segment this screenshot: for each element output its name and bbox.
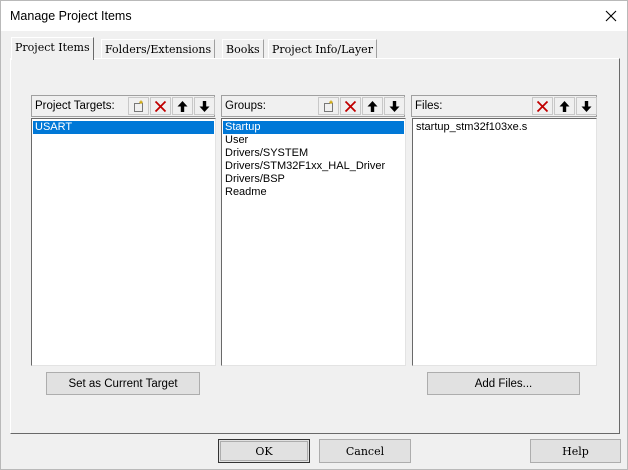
tab-label: Folders/Extensions bbox=[105, 43, 212, 56]
close-icon bbox=[605, 10, 617, 22]
button-label: Help bbox=[562, 444, 589, 458]
tab-panel bbox=[10, 58, 620, 434]
tab-project-items[interactable]: Project Items bbox=[11, 37, 94, 60]
tab-project-info-layer[interactable]: Project Info/Layer bbox=[268, 39, 377, 59]
tab-label: Books bbox=[226, 43, 260, 56]
help-button[interactable]: Help bbox=[530, 439, 621, 463]
button-label: Cancel bbox=[345, 444, 385, 458]
ok-button[interactable]: OK bbox=[218, 439, 310, 463]
window-title: Manage Project Items bbox=[10, 9, 132, 23]
manage-project-items-dialog: Manage Project Items Project Items Folde… bbox=[0, 0, 628, 470]
close-button[interactable] bbox=[595, 1, 627, 31]
tab-label: Project Items bbox=[15, 41, 90, 54]
tab-books[interactable]: Books bbox=[222, 39, 264, 59]
tab-folders-extensions[interactable]: Folders/Extensions bbox=[101, 39, 216, 59]
tab-label: Project Info/Layer bbox=[272, 43, 373, 56]
cancel-button[interactable]: Cancel bbox=[319, 439, 411, 463]
title-bar: Manage Project Items bbox=[1, 1, 627, 31]
button-label: OK bbox=[255, 444, 273, 458]
